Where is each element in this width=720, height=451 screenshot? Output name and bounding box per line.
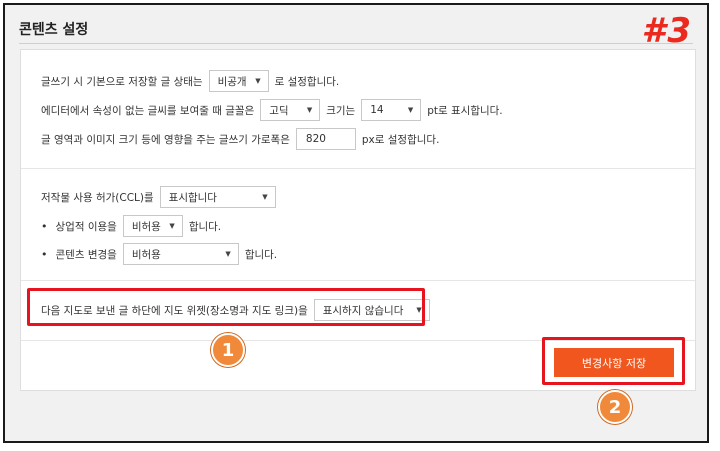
bullet: • xyxy=(41,219,48,233)
step-badge-2: 2 xyxy=(598,390,632,424)
commercial-use-select[interactable]: 비허용 ▼ xyxy=(122,215,183,237)
font-family-select[interactable]: 고딕 ▼ xyxy=(260,99,321,121)
save-changes-button[interactable]: 변경사항 저장 xyxy=(554,348,674,377)
section-divider xyxy=(21,280,695,281)
window-frame: 콘텐츠 설정 #3 글쓰기 시 기본으로 저장할 글 상태는 비공개 ▼ 로 설… xyxy=(3,3,709,443)
post-status-row: 글쓰기 시 기본으로 저장할 글 상태는 비공개 ▼ 로 설정합니다. xyxy=(41,70,345,92)
font-size-label: 크기는 xyxy=(326,104,356,117)
post-status-label: 글쓰기 시 기본으로 저장할 글 상태는 xyxy=(41,75,203,88)
step-tag: #3 xyxy=(641,11,693,51)
ccl-value: 표시합니다 xyxy=(168,191,217,204)
section-divider xyxy=(21,168,695,169)
ccl-row: 저작물 사용 허가(CCL)를 표시합니다 ▼ xyxy=(41,186,282,208)
modification-select[interactable]: 비허용 ▼ xyxy=(122,243,239,265)
page-title: 콘텐츠 설정 xyxy=(19,22,89,38)
chevron-down-icon: ▼ xyxy=(407,106,414,114)
font-size-value: 14 xyxy=(370,104,384,116)
step-badge-1: 1 xyxy=(211,333,245,367)
chevron-down-icon: ▼ xyxy=(255,77,261,85)
commercial-use-label: 상업적 이용을 xyxy=(55,220,117,233)
editor-width-row: 글 영역과 이미지 크기 등에 영향을 주는 글쓰기 가로폭은 820 px로 … xyxy=(41,128,445,150)
bullet: • xyxy=(41,247,48,261)
modification-row: • 콘텐츠 변경을 비허용 ▼ 합니다. xyxy=(41,243,283,265)
editor-width-label: 글 영역과 이미지 크기 등에 영향을 주는 글쓰기 가로폭은 xyxy=(41,133,290,146)
editor-width-input[interactable]: 820 xyxy=(295,128,356,150)
modification-suffix: 합니다. xyxy=(244,248,278,261)
chevron-down-icon: ▼ xyxy=(169,222,175,230)
modification-value: 비허용 xyxy=(131,248,161,261)
font-family-value: 고딕 xyxy=(269,104,289,117)
commercial-use-row: • 상업적 이용을 비허용 ▼ 합니다. xyxy=(41,215,227,237)
commercial-use-value: 비허용 xyxy=(131,220,161,233)
post-status-value: 비공개 xyxy=(217,75,247,88)
chevron-down-icon: ▼ xyxy=(225,250,231,258)
title-divider xyxy=(19,43,693,44)
commercial-use-suffix: 합니다. xyxy=(188,220,222,233)
post-status-suffix: 로 설정합니다. xyxy=(274,75,340,88)
modification-label: 콘텐츠 변경을 xyxy=(55,248,117,261)
editor-font-row: 에디터에서 속성이 없는 글씨를 보여줄 때 글꼴은 고딕 ▼ 크기는 14 ▼… xyxy=(41,99,509,121)
chevron-down-icon: ▼ xyxy=(306,106,313,114)
font-size-select[interactable]: 14 ▼ xyxy=(361,99,422,121)
ccl-select[interactable]: 표시합니다 ▼ xyxy=(159,186,276,208)
highlight-box-map-widget xyxy=(27,288,425,326)
font-size-suffix: pt로 표시합니다. xyxy=(427,104,503,117)
editor-font-label: 에디터에서 속성이 없는 글씨를 보여줄 때 글꼴은 xyxy=(41,104,255,117)
editor-width-suffix: px로 설정합니다. xyxy=(361,133,440,146)
post-status-select[interactable]: 비공개 ▼ xyxy=(208,70,269,92)
ccl-label: 저작물 사용 허가(CCL)를 xyxy=(41,191,154,204)
chevron-down-icon: ▼ xyxy=(262,193,268,201)
